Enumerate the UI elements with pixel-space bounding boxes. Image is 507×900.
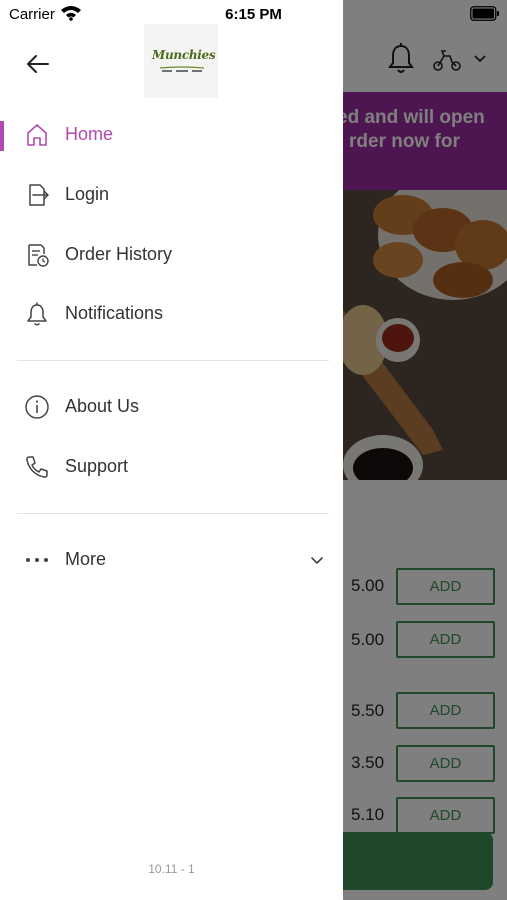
order-history-icon	[28, 244, 49, 267]
menu-item-label: Support	[65, 456, 129, 476]
info-icon	[25, 395, 49, 419]
battery-icon	[470, 6, 499, 21]
more-dots-icon	[26, 558, 48, 562]
app-version: 10.11 - 1	[148, 862, 195, 876]
back-button[interactable]	[22, 48, 54, 80]
menu-item-label: Login	[65, 184, 110, 204]
menu-item-label: Order History	[65, 244, 173, 264]
home-icon	[27, 124, 47, 146]
menu-item-label: About Us	[65, 396, 140, 416]
menu-item-home[interactable]: Home	[0, 112, 343, 158]
menu-item-login[interactable]: Login	[0, 172, 343, 218]
status-time: 6:15 PM	[225, 6, 282, 23]
menu-item-notifications[interactable]: Notifications	[0, 291, 343, 337]
chevron-down-icon	[311, 557, 323, 564]
menu-item-about-us[interactable]: About Us	[0, 384, 343, 430]
bell-icon	[27, 302, 47, 326]
navigation-drawer: Munchies Home Login Order History Notifi…	[0, 0, 343, 900]
menu-item-label: Notifications	[65, 303, 164, 323]
menu-item-label: More	[65, 549, 107, 569]
logo-underline	[160, 66, 204, 72]
restaurant-logo: Munchies	[144, 24, 218, 98]
back-arrow-icon	[27, 55, 49, 73]
logo-text: Munchies	[152, 48, 216, 62]
menu-divider	[17, 513, 329, 514]
menu-divider	[17, 360, 329, 361]
phone-icon	[26, 456, 48, 478]
menu-item-label: Home	[65, 124, 114, 144]
status-bar: Carrier 6:15 PM	[0, 0, 507, 30]
login-icon	[29, 184, 49, 206]
menu-item-support[interactable]: Support	[0, 444, 343, 490]
menu-item-more[interactable]: More	[0, 537, 343, 583]
menu-item-order-history[interactable]: Order History	[0, 232, 343, 278]
